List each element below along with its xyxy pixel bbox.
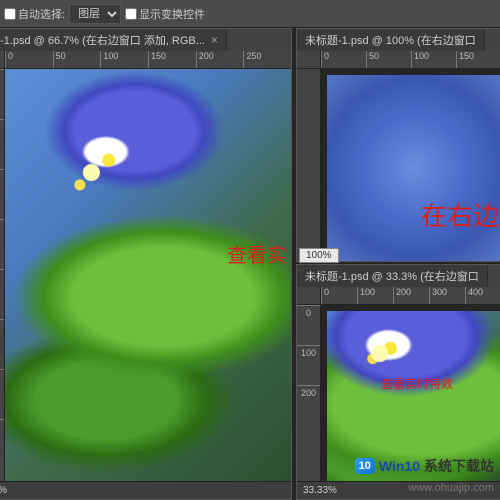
- watermark-badge: 10: [355, 458, 375, 474]
- canvas-image: 查看实: [5, 69, 291, 483]
- document-window-left: 题-1.psd @ 66.7% (在右边窗口 添加, RGB... × 0 50…: [0, 28, 292, 500]
- tab-bar: 未标题-1.psd @ 33.3% (在右边窗口: [297, 265, 500, 287]
- ruler-origin[interactable]: [297, 51, 321, 69]
- close-icon[interactable]: ×: [211, 33, 218, 47]
- zoom-badge[interactable]: 100%: [299, 248, 339, 263]
- document-window-right-top: 未标题-1.psd @ 100% (在右边窗口 0 50 100 150 在右边…: [296, 28, 500, 262]
- ruler-vertical[interactable]: [297, 69, 321, 261]
- auto-select-group: 自动选择:: [4, 6, 65, 22]
- show-transform-checkbox[interactable]: [125, 8, 137, 20]
- zoom-level[interactable]: 33.33%: [303, 485, 337, 496]
- options-bar: 自动选择: 图层 显示变换控件: [0, 0, 500, 28]
- canvas-image: 在右边: [327, 75, 500, 261]
- workspace: 题-1.psd @ 66.7% (在右边窗口 添加, RGB... × 0 50…: [0, 28, 500, 500]
- tab-bar: 题-1.psd @ 66.7% (在右边窗口 添加, RGB... ×: [0, 29, 291, 51]
- watermark-url: www.ohuajip.com: [408, 482, 494, 494]
- ruler-vertical[interactable]: 0 100 200: [297, 305, 321, 499]
- overlay-text: 在右边: [421, 196, 499, 233]
- layer-group-dropdown[interactable]: 图层: [69, 4, 121, 24]
- ruler-horizontal[interactable]: 0 50 100 150: [321, 51, 500, 69]
- watermark-brand: Win10: [379, 458, 420, 474]
- tab-title: 未标题-1.psd @ 100% (在右边窗口: [305, 32, 476, 48]
- document-tab[interactable]: 题-1.psd @ 66.7% (在右边窗口 添加, RGB... ×: [0, 29, 227, 51]
- status-bar: 33%: [0, 481, 291, 499]
- blur-background: [327, 75, 500, 261]
- show-transform-label: 显示变换控件: [139, 6, 205, 22]
- watermark-tail: 系统下载站: [424, 456, 494, 476]
- ruler-horizontal[interactable]: 0 50 100 150 200 250: [5, 51, 291, 69]
- zoom-level[interactable]: 33%: [0, 485, 7, 496]
- flower-image: [5, 69, 291, 483]
- canvas-area[interactable]: 在右边: [321, 69, 500, 261]
- overlay-text: 查看实: [227, 239, 287, 268]
- auto-select-checkbox[interactable]: [4, 8, 16, 20]
- overlay-text: 查看实时特效: [381, 375, 453, 392]
- document-tab[interactable]: 未标题-1.psd @ 100% (在右边窗口: [297, 29, 485, 51]
- watermark: 10 Win10 系统下载站: [355, 456, 494, 476]
- show-transform-group: 显示变换控件: [125, 6, 205, 22]
- tab-title: 未标题-1.psd @ 33.3% (在右边窗口: [305, 268, 479, 284]
- tab-bar: 未标题-1.psd @ 100% (在右边窗口: [297, 29, 500, 51]
- auto-select-label: 自动选择:: [18, 6, 65, 22]
- ruler-horizontal[interactable]: 0 100 200 300 400: [321, 287, 500, 305]
- tab-title: 题-1.psd @ 66.7% (在右边窗口 添加, RGB...: [0, 32, 205, 48]
- ruler-origin[interactable]: [297, 287, 321, 305]
- canvas-area[interactable]: 查看实: [5, 69, 291, 499]
- document-tab[interactable]: 未标题-1.psd @ 33.3% (在右边窗口: [297, 265, 488, 287]
